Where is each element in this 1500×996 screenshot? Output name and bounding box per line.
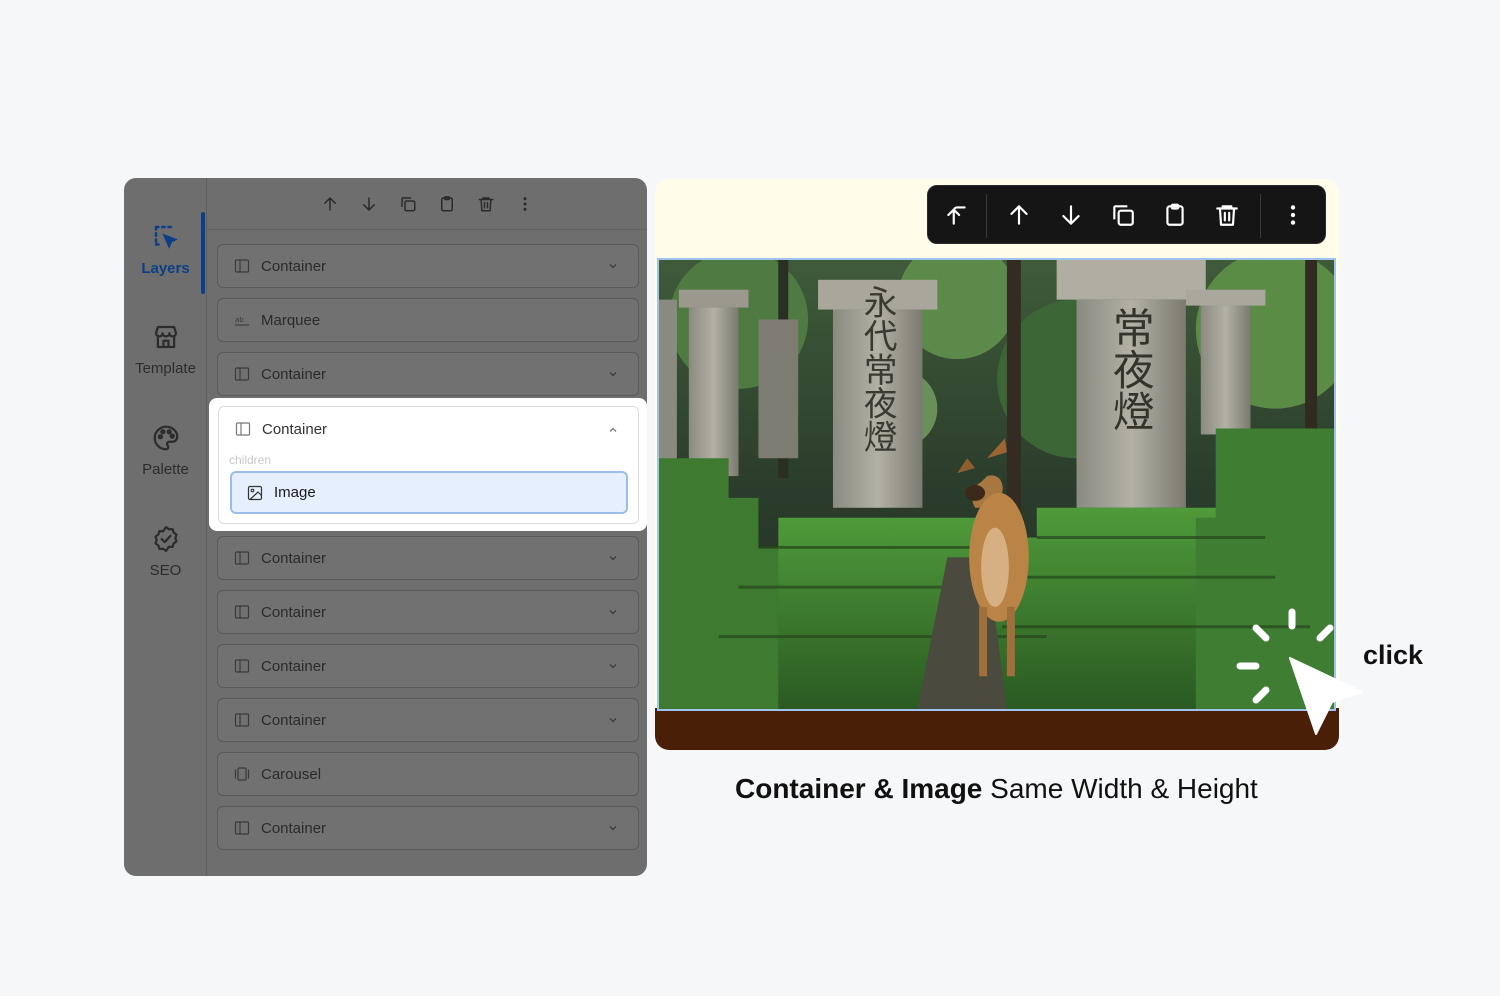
layer-label: Container xyxy=(261,603,327,621)
svg-text:ab: ab xyxy=(235,316,244,324)
layer-header[interactable]: Container xyxy=(235,419,327,439)
store-icon xyxy=(154,325,177,349)
columns-icon xyxy=(234,713,250,727)
svg-text:永代常夜燈: 永代常夜燈 xyxy=(858,284,897,453)
chevron-down-icon[interactable] xyxy=(608,607,618,617)
paste-button[interactable] xyxy=(1161,201,1189,229)
sidebar-item-template[interactable]: Template xyxy=(124,322,207,377)
children-label: children xyxy=(229,453,272,467)
clipboard-icon xyxy=(1166,203,1184,226)
duplicate-button[interactable] xyxy=(398,194,418,214)
chevron-down-icon[interactable] xyxy=(608,553,618,563)
columns-icon xyxy=(234,659,250,673)
move-down-button[interactable] xyxy=(359,194,379,214)
trash-icon xyxy=(1216,205,1238,226)
layer-label: Marquee xyxy=(261,311,321,329)
paste-button[interactable] xyxy=(437,194,457,214)
columns-icon xyxy=(234,821,250,835)
delete-button[interactable] xyxy=(476,194,496,214)
check-badge-icon xyxy=(153,526,178,552)
sidebar-item-palette[interactable]: Palette xyxy=(124,423,207,478)
sidebar-item-label: Template xyxy=(135,360,196,377)
carousel-icon xyxy=(234,767,250,781)
clipboard-icon xyxy=(440,195,453,211)
delete-button[interactable] xyxy=(1213,201,1241,229)
layers-select-icon xyxy=(154,225,178,249)
sidebar-item-label: Layers xyxy=(141,260,190,277)
more-vertical-icon xyxy=(1290,205,1296,225)
selected-layer-highlight: Container children Image xyxy=(209,398,647,531)
sidebar-item-seo[interactable]: SEO xyxy=(124,524,207,579)
caption: Container & Image Same Width & Height xyxy=(735,773,1335,805)
layer-row[interactable]: Container xyxy=(217,536,639,580)
layer-label: Container xyxy=(261,257,327,275)
image-icon xyxy=(247,485,263,500)
chevron-down-icon[interactable] xyxy=(608,369,618,379)
click-label: click xyxy=(1363,640,1424,670)
arrow-up-icon xyxy=(1010,205,1028,225)
layer-label: Container xyxy=(261,819,327,837)
layer-label: Container xyxy=(261,657,327,675)
chevron-down-icon[interactable] xyxy=(608,261,618,271)
duplicate-icon xyxy=(1113,205,1134,226)
layer-label: Image xyxy=(274,484,316,501)
chevron-down-icon[interactable] xyxy=(608,823,618,833)
layer-row[interactable]: Container xyxy=(217,352,639,396)
chevron-down-icon[interactable] xyxy=(608,661,618,671)
sidebar-item-label: SEO xyxy=(149,562,182,579)
layer-row[interactable]: Container xyxy=(217,590,639,634)
trash-icon xyxy=(478,196,493,211)
columns-icon xyxy=(235,422,251,436)
layer-row[interactable]: Carousel xyxy=(217,752,639,796)
sidebar-item-layers[interactable]: Layers xyxy=(124,222,207,277)
arrow-down-icon xyxy=(362,196,375,211)
toolbar-divider xyxy=(1260,194,1261,238)
layer-label: Carousel xyxy=(261,765,322,783)
more-vertical-icon xyxy=(523,196,526,211)
more-button[interactable] xyxy=(1279,201,1307,229)
columns-icon xyxy=(234,259,250,273)
text-ab-icon: ab xyxy=(235,316,249,326)
chevron-up-icon[interactable] xyxy=(608,425,618,435)
arrow-up-icon xyxy=(323,196,336,211)
move-down-button[interactable] xyxy=(1057,201,1085,229)
palette-icon xyxy=(153,425,178,451)
layer-label: Container xyxy=(262,420,328,438)
columns-icon xyxy=(234,551,250,565)
layer-label: Container xyxy=(261,549,327,567)
layer-row[interactable]: Container xyxy=(217,244,639,288)
more-button[interactable] xyxy=(515,194,535,214)
layer-row[interactable]: Container xyxy=(217,698,639,742)
arrow-down-icon xyxy=(1062,205,1080,225)
select-parent-button[interactable] xyxy=(943,201,971,229)
chevron-down-icon[interactable] xyxy=(608,715,618,725)
element-toolbar xyxy=(927,185,1326,244)
cursor-click-icon xyxy=(1236,608,1363,735)
columns-icon xyxy=(234,367,250,381)
layer-row[interactable]: Container xyxy=(217,644,639,688)
layer-label: Container xyxy=(261,365,327,383)
select-parent-icon xyxy=(947,206,966,225)
caption-bold: Container & Image xyxy=(735,773,983,804)
expanded-container-row[interactable]: Container children Image xyxy=(218,406,639,524)
columns-icon xyxy=(234,605,250,619)
sidebar-rail: Layers Template Palette SEO xyxy=(124,178,207,876)
move-up-button[interactable] xyxy=(1005,201,1033,229)
duplicate-icon xyxy=(400,196,415,211)
svg-text:常夜燈: 常夜燈 xyxy=(1107,307,1156,432)
sidebar-item-label: Palette xyxy=(142,461,189,478)
move-up-button[interactable] xyxy=(320,194,340,214)
caption-regular: Same Width & Height xyxy=(982,773,1258,804)
layer-label: Container xyxy=(261,711,327,729)
layer-row-image-selected[interactable]: Image xyxy=(230,471,628,514)
layer-row[interactable]: Container xyxy=(217,806,639,850)
duplicate-button[interactable] xyxy=(1109,201,1137,229)
toolbar-divider xyxy=(986,194,987,238)
layer-row[interactable]: ab Marquee xyxy=(217,298,639,342)
layers-toolbar xyxy=(207,178,647,230)
